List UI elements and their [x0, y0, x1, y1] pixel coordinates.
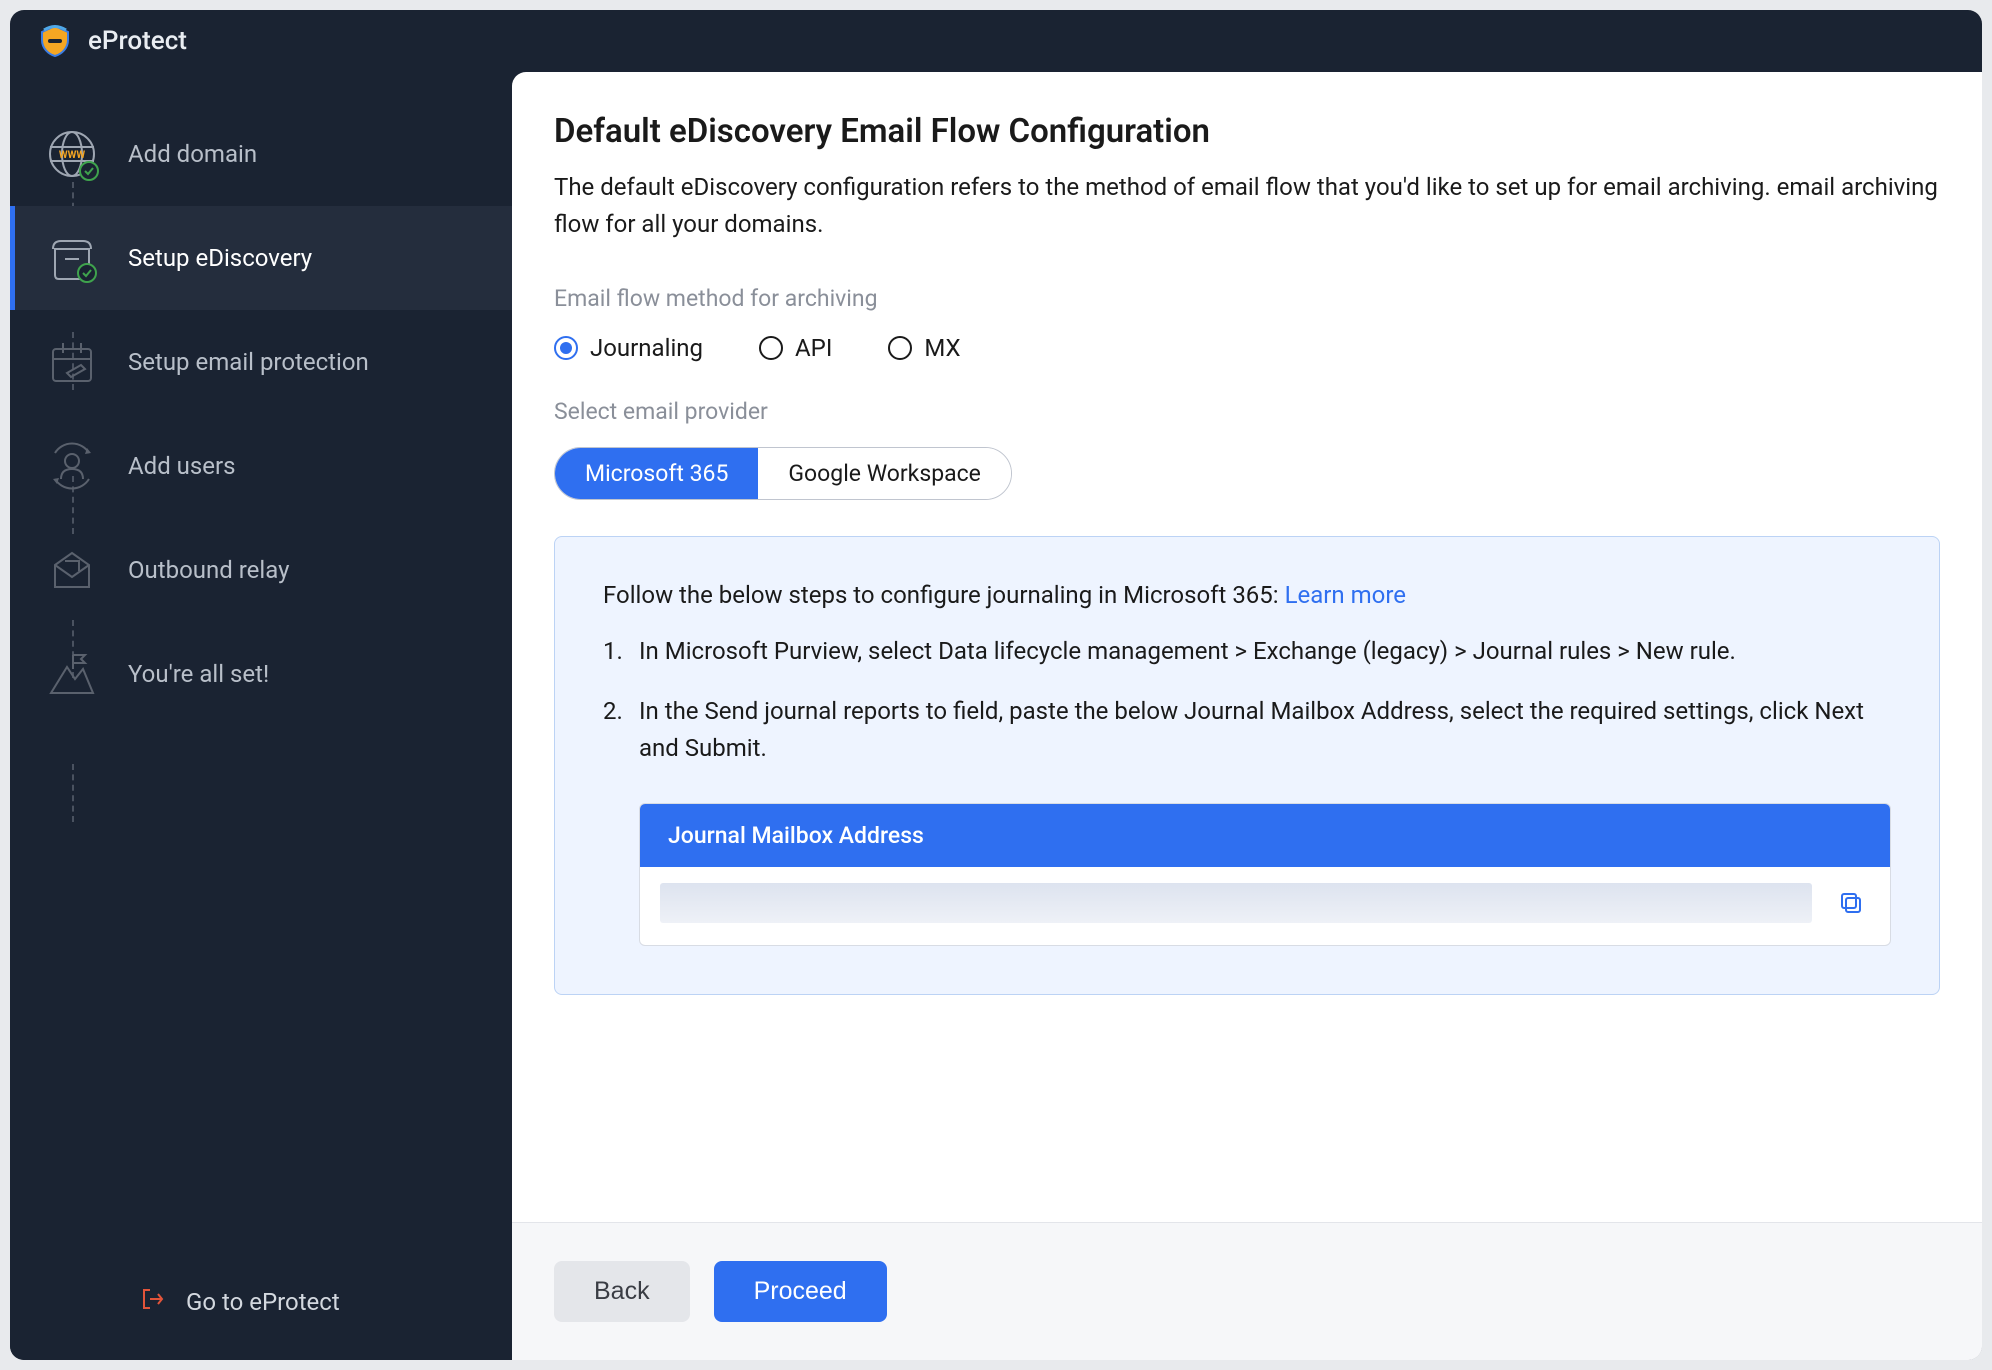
provider-label: Select email provider [554, 398, 1940, 425]
radio-label: MX [924, 334, 960, 362]
sidebar-item-label: Add users [128, 452, 236, 480]
sidebar-item-label: You're all set! [128, 660, 269, 688]
go-to-eprotect-link[interactable]: Go to eProtect [10, 1286, 512, 1318]
calendar-edit-icon [44, 334, 100, 390]
sidebar-item-label: Outbound relay [128, 556, 289, 584]
page-title: Default eDiscovery Email Flow Configurat… [554, 112, 1940, 151]
sidebar-item-label: Setup eDiscovery [128, 244, 312, 272]
exit-icon [140, 1286, 166, 1318]
footer: Back Proceed [512, 1222, 1982, 1360]
flow-method-label: Email flow method for archiving [554, 285, 1940, 312]
app-name: eProtect [88, 26, 187, 56]
go-link-label: Go to eProtect [186, 1288, 340, 1316]
radio-icon [554, 336, 578, 360]
copy-icon [1838, 890, 1864, 916]
proceed-button[interactable]: Proceed [714, 1261, 887, 1322]
radio-icon [759, 336, 783, 360]
step-2: 2.In the Send journal reports to field, … [603, 693, 1891, 767]
mountain-flag-icon [44, 646, 100, 702]
provider-toggle: Microsoft 365 Google Workspace [554, 447, 1012, 500]
learn-more-link[interactable]: Learn more [1285, 581, 1406, 609]
sidebar-item-add-users[interactable]: Add users [10, 414, 512, 518]
radio-icon [888, 336, 912, 360]
app-logo-icon [38, 24, 72, 58]
page-description: The default eDiscovery configuration ref… [554, 169, 1940, 243]
radio-label: API [795, 334, 832, 362]
sidebar: WWW Add domain Set [10, 72, 512, 1360]
provider-google-workspace[interactable]: Google Workspace [758, 448, 1010, 499]
sidebar-item-setup-ediscovery[interactable]: Setup eDiscovery [10, 206, 512, 310]
copy-button[interactable] [1832, 884, 1870, 922]
sidebar-item-outbound-relay[interactable]: Outbound relay [10, 518, 512, 622]
sidebar-item-add-domain[interactable]: WWW Add domain [10, 102, 512, 206]
sidebar-item-label: Setup email protection [128, 348, 369, 376]
radio-mx[interactable]: MX [888, 334, 960, 362]
provider-microsoft-365[interactable]: Microsoft 365 [555, 448, 758, 499]
radio-api[interactable]: API [759, 334, 832, 362]
svg-text:WWW: WWW [59, 150, 86, 161]
journal-mailbox-address-field[interactable] [660, 883, 1812, 923]
journal-mailbox-header: Journal Mailbox Address [640, 804, 1890, 867]
journal-mailbox-card: Journal Mailbox Address [639, 803, 1891, 946]
user-sync-icon [44, 438, 100, 494]
globe-icon: WWW [44, 126, 100, 182]
radio-label: Journaling [590, 334, 703, 362]
titlebar: eProtect [10, 10, 1982, 72]
archive-icon [44, 230, 100, 286]
step-1: 1.In Microsoft Purview, select Data life… [603, 633, 1891, 670]
info-panel: Follow the below steps to configure jour… [554, 536, 1940, 995]
sidebar-item-all-set[interactable]: You're all set! [10, 622, 512, 726]
info-heading: Follow the below steps to configure jour… [603, 581, 1891, 609]
main-panel: Default eDiscovery Email Flow Configurat… [512, 72, 1982, 1360]
envelope-open-icon [44, 542, 100, 598]
sidebar-item-label: Add domain [128, 140, 257, 168]
back-button[interactable]: Back [554, 1261, 690, 1322]
radio-journaling[interactable]: Journaling [554, 334, 703, 362]
sidebar-item-setup-email-protection[interactable]: Setup email protection [10, 310, 512, 414]
